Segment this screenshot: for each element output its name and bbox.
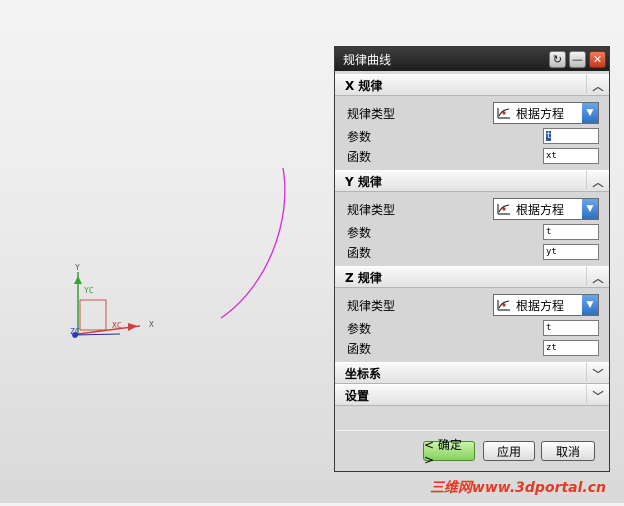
x-func-input[interactable]: xt — [543, 148, 599, 164]
dialog-titlebar[interactable]: 规律曲线 ↻ — ✕ — [335, 47, 609, 71]
cancel-button[interactable]: 取消 — [541, 441, 595, 461]
chevron-up-icon[interactable]: ︿ — [586, 75, 609, 96]
csys-triad — [72, 272, 141, 338]
law-type-label: 规律类型 — [347, 298, 396, 313]
law-type-label: 规律类型 — [347, 106, 396, 121]
section-settings-title: 设置 — [345, 388, 370, 403]
section-settings-header[interactable]: 设置 ﹀ — [335, 384, 609, 406]
chevron-up-icon[interactable]: ︿ — [586, 267, 609, 288]
x-param-input[interactable]: t — [543, 128, 599, 144]
law-curve — [220, 167, 286, 319]
section-z-law-title: Z 规律 — [345, 270, 382, 285]
section-csys-header[interactable]: 坐标系 ﹀ — [335, 362, 609, 384]
section-x-law-title: X 规律 — [345, 78, 383, 93]
y-param-input[interactable]: t — [543, 224, 599, 240]
chevron-down-icon[interactable]: ﹀ — [586, 363, 609, 384]
axis-label-xc: XC — [112, 321, 122, 330]
y-law-type-select[interactable]: 根据方程 ▼ — [493, 198, 599, 220]
z-law-type-select[interactable]: 根据方程 ▼ — [493, 294, 599, 316]
section-y-law-header[interactable]: Y 规律 ︿ — [335, 170, 609, 192]
ok-button[interactable]: < 确定 > — [423, 438, 475, 467]
y-law-type-value: 根据方程 — [516, 202, 565, 217]
section-z-law-header[interactable]: Z 规律 ︿ — [335, 266, 609, 288]
axis-label-zc: ZC — [70, 327, 80, 336]
section-csys-title: 坐标系 — [345, 366, 382, 381]
x-param-value: t — [546, 131, 552, 141]
apply-button[interactable]: 应用 — [483, 441, 535, 461]
dialog-footer: < 确定 > 应用 取消 — [335, 430, 609, 471]
z-func-input[interactable]: zt — [543, 340, 599, 356]
chevron-down-icon[interactable]: ﹀ — [586, 385, 609, 406]
equation-law-icon — [494, 104, 514, 122]
reset-icon[interactable]: ↻ — [549, 50, 566, 68]
section-x-law-body: 规律类型 根据方程 ▼ 参数 t 函数 xt — [335, 96, 609, 170]
section-z-law-body: 规律类型 根据方程 ▼ 参数 t 函数 zt — [335, 288, 609, 362]
equation-law-icon — [494, 296, 514, 314]
z-law-type-value: 根据方程 — [516, 298, 565, 313]
equation-law-icon — [494, 200, 514, 218]
param-label: 参数 — [347, 225, 372, 240]
chevron-down-icon[interactable]: ▼ — [582, 103, 598, 123]
func-label: 函数 — [347, 341, 372, 356]
watermark-text: 三维网www.3dportal.cn — [429, 480, 606, 496]
chevron-up-icon[interactable]: ︿ — [586, 171, 609, 192]
func-label: 函数 — [347, 245, 372, 260]
axis-label-y: Y — [75, 263, 80, 272]
section-y-law-title: Y 规律 — [345, 174, 382, 189]
law-type-label: 规律类型 — [347, 202, 396, 217]
dialog-title: 规律曲线 — [343, 52, 392, 67]
chevron-down-icon[interactable]: ▼ — [582, 199, 598, 219]
param-label: 参数 — [347, 321, 372, 336]
chevron-down-icon[interactable]: ▼ — [582, 295, 598, 315]
section-y-law-body: 规律类型 根据方程 ▼ 参数 t 函数 yt — [335, 192, 609, 266]
close-icon[interactable]: ✕ — [589, 50, 606, 68]
law-curve-dialog: 规律曲线 ↻ — ✕ X 规律 ︿ 规律类型 根据方程 ▼ 参数 t 函数 xt — [334, 46, 610, 472]
x-law-type-value: 根据方程 — [516, 106, 565, 121]
y-func-input[interactable]: yt — [543, 244, 599, 260]
axis-label-yc: YC — [84, 286, 94, 295]
param-label: 参数 — [347, 129, 372, 144]
section-x-law-header[interactable]: X 规律 ︿ — [335, 74, 609, 96]
minimize-icon[interactable]: — — [569, 50, 586, 68]
func-label: 函数 — [347, 149, 372, 164]
x-law-type-select[interactable]: 根据方程 ▼ — [493, 102, 599, 124]
axis-label-x: X — [149, 320, 154, 329]
z-param-input[interactable]: t — [543, 320, 599, 336]
